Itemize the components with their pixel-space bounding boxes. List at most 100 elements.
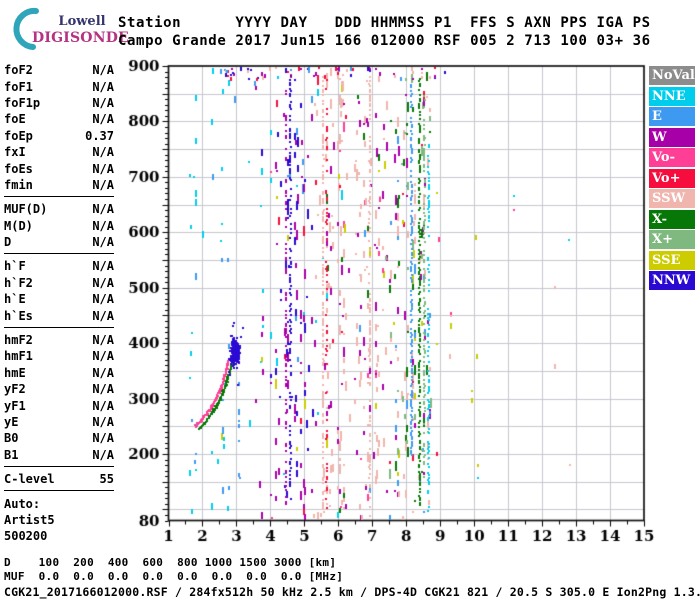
param-value: N/A bbox=[92, 448, 114, 462]
param-value: 0.37 bbox=[85, 129, 114, 143]
param-row-fof1p: foF1p N/A bbox=[4, 95, 114, 111]
parameter-panel: foF2 N/A foF1 N/A foF1p N/A foE N/A foEp 0.37 fxI N… bbox=[4, 62, 114, 545]
param-value: N/A bbox=[92, 80, 114, 94]
param-label: B1 bbox=[4, 448, 18, 462]
param-row-clevel: C-level 55 bbox=[4, 471, 114, 487]
param-row-hme: hmE N/A bbox=[4, 365, 114, 381]
param-label: C-level bbox=[4, 472, 55, 486]
param-label: hmE bbox=[4, 366, 26, 380]
param-label: D bbox=[4, 235, 11, 249]
legend-item-x: X+ bbox=[649, 230, 695, 249]
legend-item-w: W bbox=[649, 128, 695, 147]
param-value: N/A bbox=[92, 309, 114, 323]
param-value: N/A bbox=[92, 96, 114, 110]
logo-digisonde-text: DIGISONDE bbox=[32, 30, 122, 46]
param-label: hmF2 bbox=[4, 333, 33, 347]
param-row-fmin: fmin N/A bbox=[4, 177, 114, 193]
param-label: yE bbox=[4, 415, 18, 429]
param-row-hmf1: hmF1 N/A bbox=[4, 348, 114, 364]
muf-row: MUF 0.0 0.0 0.0 0.0 0.0 0.0 0.0 0.0 [MHz… bbox=[4, 570, 343, 583]
param-label: Artist5 bbox=[4, 513, 55, 527]
param-row-ye: yE N/A bbox=[4, 414, 114, 430]
param-value: N/A bbox=[92, 202, 114, 216]
param-row-hf2: h`F2N/A bbox=[4, 275, 114, 291]
param-row-yf2: yF2 N/A bbox=[4, 381, 114, 397]
param-row-fof2: foF2 N/A bbox=[4, 62, 114, 78]
param-label: yF2 bbox=[4, 382, 26, 396]
legend-item-nne: NNE bbox=[649, 87, 695, 106]
group-divider bbox=[4, 466, 114, 467]
param-row-auto: Auto: bbox=[4, 495, 114, 511]
param-label: fxI bbox=[4, 145, 26, 159]
param-row-foes: foEs N/A bbox=[4, 160, 114, 176]
param-value: N/A bbox=[92, 366, 114, 380]
param-value: 55 bbox=[100, 472, 114, 486]
logo-lowell-text: Lowell bbox=[50, 14, 114, 29]
param-label: hmF1 bbox=[4, 349, 33, 363]
param-label: h`Es bbox=[4, 309, 33, 323]
param-row-artist5: Artist5 bbox=[4, 512, 114, 528]
param-value: N/A bbox=[92, 349, 114, 363]
param-value: N/A bbox=[92, 112, 114, 126]
param-label: foF1p bbox=[4, 96, 40, 110]
param-value: N/A bbox=[92, 235, 114, 249]
d-distance-row: D 100 200 400 600 800 1000 1500 3000 [km… bbox=[4, 556, 336, 569]
param-label: 500200 bbox=[4, 529, 47, 543]
param-row-yf1: yF1 N/A bbox=[4, 397, 114, 413]
param-value: N/A bbox=[92, 399, 114, 413]
group-divider bbox=[4, 253, 114, 254]
param-row-md: M(D) N/A bbox=[4, 218, 114, 234]
param-label: foEs bbox=[4, 162, 33, 176]
param-label: fmin bbox=[4, 178, 33, 192]
legend-item-sse: SSE bbox=[649, 251, 695, 270]
legend-item-e: E bbox=[649, 107, 695, 126]
param-row-b1: B1 N/A bbox=[4, 447, 114, 463]
group-divider bbox=[4, 490, 114, 491]
param-label: B0 bbox=[4, 431, 18, 445]
param-label: MUF(D) bbox=[4, 202, 47, 216]
param-row-he: h`E N/A bbox=[4, 291, 114, 307]
lowell-digisonde-logo: Lowell DIGISONDE bbox=[6, 6, 118, 52]
legend-item-ssw: SSW bbox=[649, 189, 695, 208]
param-label: h`F2 bbox=[4, 276, 33, 290]
param-value: N/A bbox=[92, 415, 114, 429]
param-label: Auto: bbox=[4, 497, 40, 511]
param-row-mufd: MUF(D) N/A bbox=[4, 201, 114, 217]
legend-item-nnw: NNW bbox=[649, 271, 695, 290]
ionogram-plot bbox=[118, 55, 658, 560]
param-value: N/A bbox=[92, 219, 114, 233]
param-value: N/A bbox=[92, 431, 114, 445]
footer-info: CGK21_2017166012000.RSF / 284fx512h 50 k… bbox=[4, 585, 700, 599]
param-row-b0: B0 N/A bbox=[4, 430, 114, 446]
param-label: h`E bbox=[4, 292, 26, 306]
param-row-foep: foEp 0.37 bbox=[4, 128, 114, 144]
param-value: N/A bbox=[92, 333, 114, 347]
param-row-foe: foE N/A bbox=[4, 111, 114, 127]
param-label: h`F bbox=[4, 259, 26, 273]
param-label: M(D) bbox=[4, 219, 33, 233]
param-label: foF2 bbox=[4, 63, 33, 77]
group-divider bbox=[4, 327, 114, 328]
param-value: N/A bbox=[92, 162, 114, 176]
param-row-500200: 500200 bbox=[4, 528, 114, 544]
echo-direction-legend: NoValNNEEWVo-Vo+SSWX-X+SSENNW bbox=[649, 66, 695, 292]
legend-item-vo: Vo+ bbox=[649, 169, 695, 188]
param-value: N/A bbox=[92, 63, 114, 77]
param-label: foEp bbox=[4, 129, 33, 143]
legend-item-vo: Vo- bbox=[649, 148, 695, 167]
param-value: N/A bbox=[92, 145, 114, 159]
header-row-labels: Station YYYY DAY DDD HHMMSS P1 FFS S AXN… bbox=[118, 14, 651, 32]
param-row-fof1: foF1 N/A bbox=[4, 78, 114, 94]
param-row-hmf2: hmF2 N/A bbox=[4, 332, 114, 348]
param-value: N/A bbox=[92, 382, 114, 396]
param-row-fxi: fxI N/A bbox=[4, 144, 114, 160]
param-row-d: D N/A bbox=[4, 234, 114, 250]
param-value: N/A bbox=[92, 178, 114, 192]
param-value: N/A bbox=[92, 292, 114, 306]
param-label: foE bbox=[4, 112, 26, 126]
legend-item-x: X- bbox=[649, 210, 695, 229]
param-row-hes: h`Es N/A bbox=[4, 307, 114, 323]
param-label: yF1 bbox=[4, 399, 26, 413]
param-value: N/A bbox=[92, 259, 114, 273]
param-label: foF1 bbox=[4, 80, 33, 94]
